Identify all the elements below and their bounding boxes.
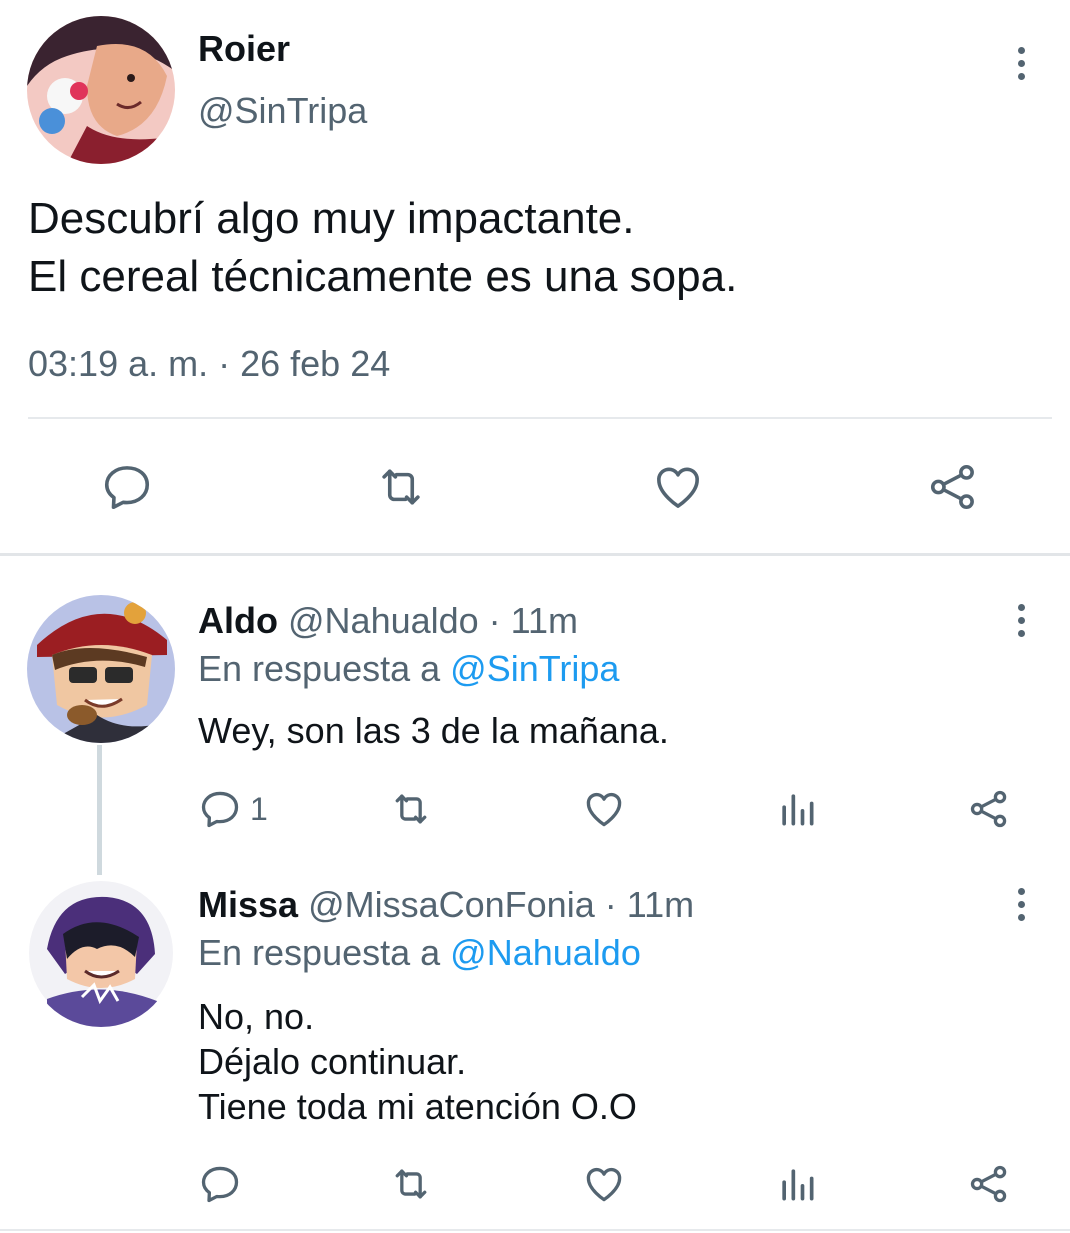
- author-handle[interactable]: @Nahualdo: [288, 600, 479, 641]
- reply-context: En respuesta a @SinTripa: [198, 648, 619, 690]
- reply-time[interactable]: · 11m: [595, 884, 694, 925]
- heart-icon: [586, 792, 622, 827]
- share-nodes-icon: [970, 790, 1007, 828]
- retweet-button[interactable]: [387, 787, 435, 831]
- speech-bubble-icon: [201, 1166, 239, 1203]
- retweet-arrows-icon: [395, 1169, 427, 1199]
- bar-chart-icon: [782, 1169, 814, 1201]
- divider: [28, 417, 1052, 419]
- thread-line: [97, 745, 102, 875]
- mention-link[interactable]: @SinTripa: [450, 648, 619, 689]
- reply-button[interactable]: 1: [198, 787, 268, 831]
- avatar-roier[interactable]: [27, 16, 175, 164]
- avatar-missa[interactable]: [27, 879, 175, 1027]
- reply-text: No, no. Déjalo continuar. Tiene toda mi …: [198, 994, 637, 1129]
- share-button[interactable]: [967, 1162, 1011, 1206]
- more-options-button[interactable]: [1001, 882, 1041, 926]
- reply-text-line: Tiene toda mi atención O.O: [198, 1086, 637, 1127]
- retweet-button[interactable]: [373, 460, 429, 514]
- heart-icon: [586, 1167, 622, 1202]
- reply-header: Missa @MissaConFonia · 11m: [198, 884, 694, 926]
- like-button[interactable]: [651, 460, 705, 514]
- reply-context-prefix: En respuesta a: [198, 648, 451, 689]
- vertical-ellipsis-icon: [1017, 603, 1025, 611]
- vertical-ellipsis-icon: [1017, 887, 1025, 895]
- reply-header: Aldo @Nahualdo · 11m: [198, 600, 578, 642]
- like-button[interactable]: [582, 1162, 626, 1206]
- avatar-aldo[interactable]: [27, 595, 175, 743]
- reply-text-line: No, no.: [198, 996, 315, 1037]
- speech-bubble-icon: [104, 466, 150, 510]
- share-button[interactable]: [925, 460, 981, 514]
- share-nodes-icon: [970, 1165, 1007, 1203]
- bar-chart-icon: [782, 794, 814, 826]
- more-options-button[interactable]: [1001, 41, 1041, 85]
- reply-count: 1: [250, 790, 268, 827]
- speech-bubble-icon: [201, 791, 239, 828]
- author-handle[interactable]: @SinTripa: [198, 90, 367, 132]
- views-button[interactable]: [775, 787, 819, 831]
- reply-context-prefix: En respuesta a: [198, 932, 451, 973]
- reply-button[interactable]: [198, 1162, 242, 1206]
- reply-time[interactable]: · 11m: [479, 600, 578, 641]
- tweet-text: Descubrí algo muy impactante. El cereal …: [28, 190, 737, 306]
- reply-text: Wey, son las 3 de la mañana.: [198, 710, 669, 751]
- retweet-button[interactable]: [387, 1162, 435, 1206]
- author-name[interactable]: Missa: [198, 884, 298, 925]
- tweet-timestamp[interactable]: 03:19 a. m. · 26 feb 24: [28, 343, 390, 385]
- vertical-ellipsis-icon: [1017, 46, 1025, 54]
- share-nodes-icon: [930, 464, 974, 510]
- share-button[interactable]: [967, 787, 1011, 831]
- author-handle[interactable]: @MissaConFonia: [308, 884, 595, 925]
- tweet-text-line: El cereal técnicamente es una sopa.: [28, 252, 738, 301]
- mention-link[interactable]: @Nahualdo: [450, 932, 641, 973]
- heart-icon: [657, 467, 699, 508]
- retweet-arrows-icon: [395, 794, 427, 824]
- views-button[interactable]: [775, 1162, 819, 1206]
- author-name[interactable]: Roier: [198, 28, 290, 70]
- like-button[interactable]: [582, 787, 626, 831]
- retweet-arrows-icon: [382, 469, 420, 505]
- tweet-text-line: Descubrí algo muy impactante.: [28, 194, 635, 243]
- reply-button[interactable]: [100, 460, 154, 514]
- reply-text-line: Déjalo continuar.: [198, 1041, 467, 1082]
- author-name[interactable]: Aldo: [198, 600, 278, 641]
- reply-context: En respuesta a @Nahualdo: [198, 932, 641, 974]
- section-divider: [0, 553, 1070, 556]
- divider: [0, 1229, 1070, 1231]
- more-options-button[interactable]: [1001, 598, 1041, 642]
